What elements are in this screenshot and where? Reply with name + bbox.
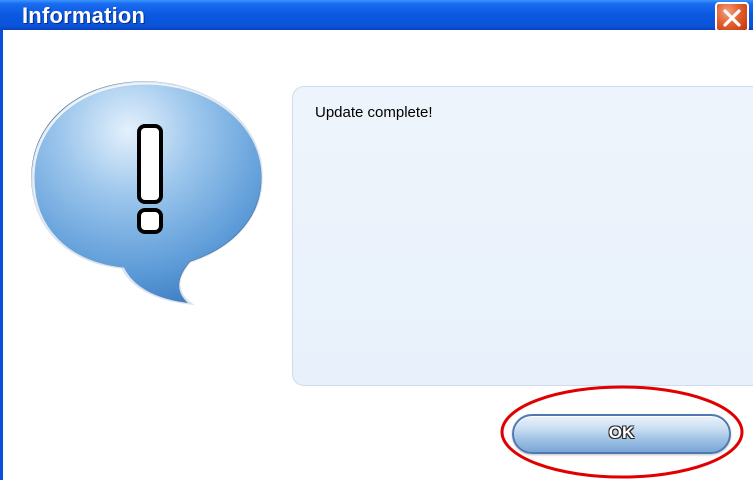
- exclamation-speech-bubble-icon: [31, 81, 265, 308]
- message-panel: [292, 86, 753, 386]
- exclamation-dot: [137, 208, 163, 234]
- ok-label: OK: [608, 423, 635, 442]
- ok-button[interactable]: OK: [512, 414, 731, 454]
- exclamation-bar: [137, 124, 163, 204]
- close-icon: [723, 9, 741, 27]
- window-title: Information: [22, 3, 146, 28]
- message-text: Update complete!: [315, 104, 433, 121]
- close-button[interactable]: [715, 2, 749, 32]
- title-bar[interactable]: Information: [0, 0, 753, 32]
